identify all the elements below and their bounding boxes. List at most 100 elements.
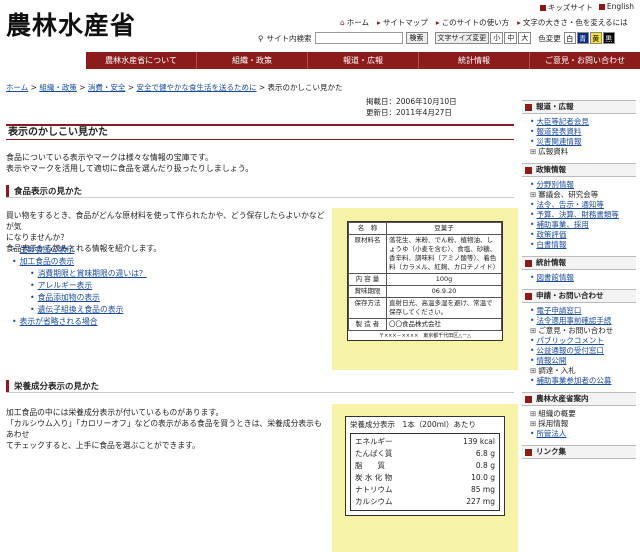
sidebar-item-label[interactable]: 調達・入札 [538,366,576,375]
font-size-label: 文字サイズ変更 [434,32,490,44]
sidebar-item[interactable]: • 図書館情報 [530,273,636,283]
list-item[interactable]: • 生鮮食品の表示 [12,244,147,256]
sidebar-item[interactable]: ⊞ 組織の概要 [530,409,636,419]
nav-stats[interactable]: 統計情報 [418,52,529,69]
sidebar-item-label[interactable]: 図書館情報 [536,273,574,282]
nav-press[interactable]: 報道・広報 [307,52,418,69]
sidebar-item[interactable]: • 補助事業、採用 [530,220,636,230]
list-item-label[interactable]: 加工食品の表示 [20,257,75,266]
sidebar-item[interactable]: • パブリックコメント [530,336,636,346]
sidebar-item-label[interactable]: 報道発表資料 [536,127,581,136]
sidebar-item-label[interactable]: 電子申請窓口 [536,306,581,315]
nav-policy[interactable]: 組織・政策 [196,52,307,69]
nutrition-table: エネルギー 139 kcal たんぱく質 6.8 g 脂 質 0.8 g 炭 水 化 … [350,433,500,511]
list-item-label[interactable]: アレルギー表示 [38,281,93,290]
color-black-button[interactable]: 黒 [602,32,615,44]
sidebar-item[interactable]: • 法令適用事前確認手続 [530,316,636,326]
breadcrumb-policy[interactable]: 組織・政策 [39,83,77,92]
nav-contact[interactable]: ご意見・お問い合わせ [529,52,640,69]
home-link[interactable]: ⌂ ホーム [340,17,369,28]
site-logo[interactable]: 農林水産省 [6,6,136,42]
sidebar-item[interactable]: ⊞ 広報資料 [530,147,636,157]
list-item-label[interactable]: 遺伝子組換え食品の表示 [38,305,124,314]
expand-icon: ⊞ [530,190,537,199]
sidebar-item[interactable]: ⊞ 審議会、研究会等 [530,190,636,200]
sidebar-item-label[interactable]: 所管法人 [536,429,566,438]
sidebar-item-label[interactable]: 白書情報 [536,240,566,249]
sidebar-item[interactable]: • 報道発表資料 [530,127,636,137]
label-value: 直射日光、高温多湿を避け、常温で保存してください。 [386,297,502,319]
sidebar-item[interactable]: • 法令、告示・通知等 [530,200,636,210]
sidebar-item[interactable]: ⊞ 調達・入札 [530,366,636,376]
sidebar-item-label[interactable]: ご意見・お問い合わせ [538,326,613,335]
site-header: 農林水産省 キッズサイト English ⌂ ホーム ▸ サイトマップ ▸ このサイト… [0,0,640,52]
sidebar-item[interactable]: • 分野別情報 [530,180,636,190]
english-link[interactable]: English [598,2,634,13]
bullet-icon: • [530,273,535,282]
sidebar-item-label[interactable]: 補助事業参加者の公募 [536,376,611,385]
color-blue-button[interactable]: 青 [576,32,589,44]
list-item[interactable]: • 表示が省略される場合 [12,316,147,328]
sidebar-item[interactable]: ⊞ 採用情報 [530,419,636,429]
sidebar-item-label[interactable]: 組織の概要 [538,409,576,418]
sidebar-item-label[interactable]: 政策評価 [536,230,566,239]
breadcrumb-home[interactable]: ホーム [6,83,28,92]
sidebar-item-label[interactable]: 審議会、研究会等 [538,190,598,199]
sidebar-item[interactable]: • 公益通報の受付窓口 [530,346,636,356]
sidebar-item[interactable]: • 大臣等記者会見 [530,117,636,127]
search-input[interactable] [314,32,403,44]
sitemap-link[interactable]: ▸ サイトマップ [377,17,428,28]
sidebar-item-label[interactable]: 法令、告示・通知等 [536,200,604,209]
list-item-label[interactable]: 食品添加物の表示 [38,293,100,302]
list-item-label[interactable]: 表示が省略される場合 [20,317,98,326]
sidebar-list: ⊞ 組織の概要 ⊞ 採用情報 • 所管法人 [522,406,636,445]
list-item[interactable]: • アレルギー表示 [12,280,147,292]
list-item[interactable]: • 加工食品の表示 [12,256,147,268]
nutrient-unit: g [490,473,495,482]
sidebar-item[interactable]: • 電子申請窓口 [530,306,636,316]
font-size-small-button[interactable]: 小 [490,32,504,44]
sidebar-item[interactable]: • 白書情報 [530,240,636,250]
color-white-button[interactable]: 白 [563,32,576,44]
breadcrumb-safety[interactable]: 消費・安全 [88,83,126,92]
list-item-label[interactable]: 生鮮食品の表示 [20,245,75,254]
sidebar-item-label[interactable]: 災害関連情報 [536,137,581,146]
sidebar-item[interactable]: ⊞ ご意見・お問い合わせ [530,326,636,336]
sidebar-item-label[interactable]: 予算、決算、財務書類等 [536,210,619,219]
sidebar-item-label[interactable]: 法令適用事前確認手続 [536,316,611,325]
search-button[interactable]: 検索 [405,32,428,44]
sidebar-item-label[interactable]: 公益通報の受付窓口 [536,346,604,355]
howto-link[interactable]: ▸ このサイトの使い方 [436,17,509,28]
list-item-label[interactable]: 消費期限と賞味期限の違いは？ [38,269,147,278]
section-marker-icon [6,185,9,197]
sidebar-item[interactable]: • 災害関連情報 [530,137,636,147]
color-yellow-button[interactable]: 黄 [589,32,602,44]
color-label: 色変更 [538,33,561,43]
list-item[interactable]: • 遺伝子組換え食品の表示 [12,304,147,316]
bullet-icon: • [530,306,535,315]
sidebar-item-label[interactable]: 補助事業、採用 [536,220,589,229]
sidebar-item[interactable]: • 政策評価 [530,230,636,240]
sidebar-item-label[interactable]: パブリックコメント [536,336,604,345]
sidebar-item-label[interactable]: 広報資料 [538,147,568,156]
nav-about[interactable]: 農林水産省について [86,52,196,69]
sidebar-item[interactable]: • 補助事業参加者の公募 [530,376,636,386]
list-item[interactable]: • 消費期限と賞味期限の違いは？ [12,268,147,280]
accessibility-link[interactable]: ▸ 文字の大きさ・色を変えるには [517,17,628,28]
sidebar-item-label[interactable]: 採用情報 [538,419,568,428]
list-item[interactable]: • 食品添加物の表示 [12,292,147,304]
sidebar-item[interactable]: • 所管法人 [530,429,636,439]
sidebar-item-label[interactable]: 情報公開 [536,356,566,365]
section-title: 栄養成分表示の見かた [14,382,100,392]
bullet-icon: • [530,127,535,136]
font-size-large-button[interactable]: 大 [518,32,532,44]
font-size-medium-button[interactable]: 中 [504,32,518,44]
sidebar-item[interactable]: • 予算、決算、財務書類等 [530,210,636,220]
sidebar-item-label[interactable]: 分野別情報 [536,180,574,189]
sidebar-item[interactable]: • 情報公開 [530,356,636,366]
label-key: 原材料名 [348,234,387,274]
accessibility-link-label: 文字の大きさ・色を変えるには [522,18,628,27]
kids-site-link[interactable]: キッズサイト [539,2,593,13]
sidebar-item-label[interactable]: 大臣等記者会見 [536,117,589,126]
breadcrumb-diet[interactable]: 安全で健やかな食生活を送るために [136,83,256,92]
